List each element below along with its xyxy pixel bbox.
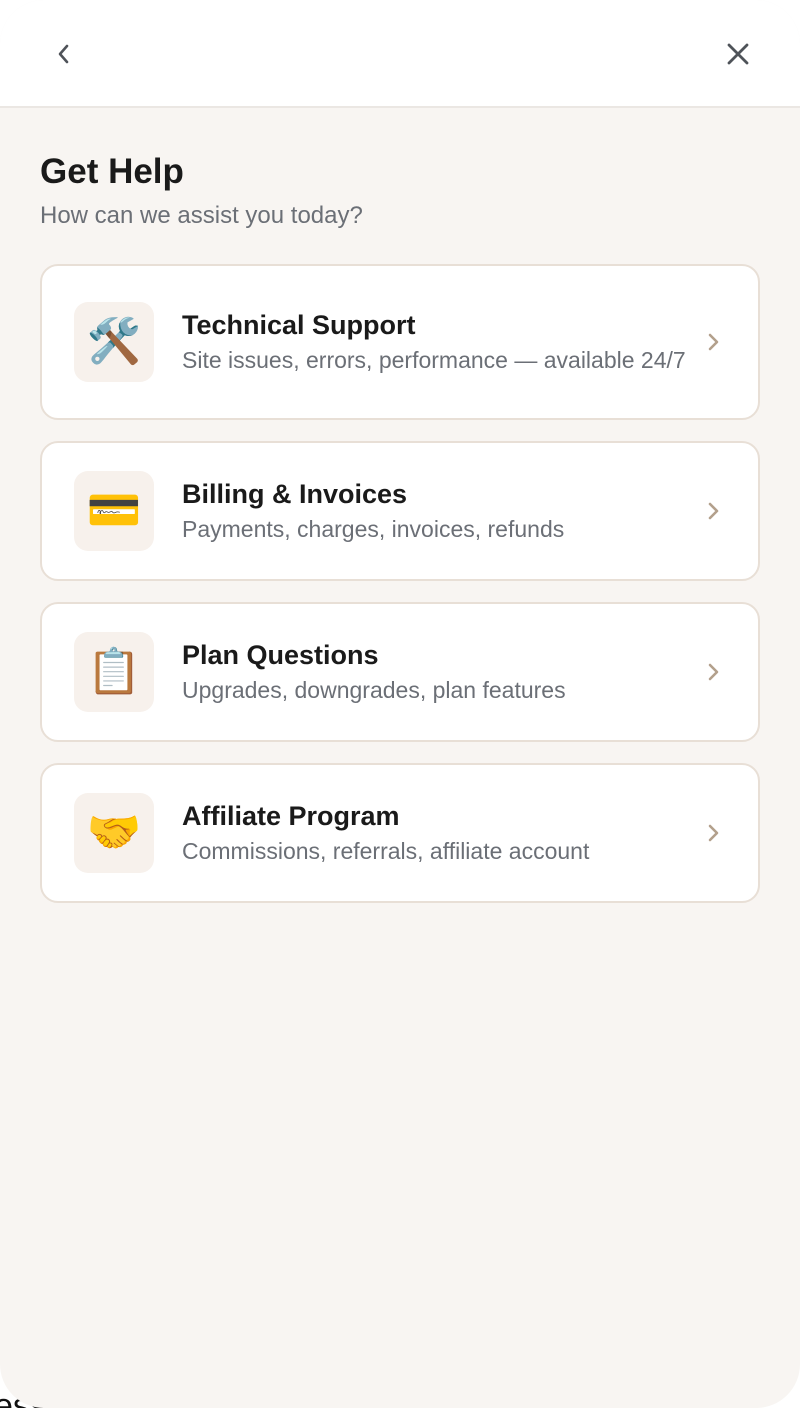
option-plan-questions[interactable]: 📋 Plan Questions Upgrades, downgrades, p…: [40, 602, 760, 742]
option-title: Affiliate Program: [182, 801, 400, 831]
credit-card-icon: 💳: [74, 471, 154, 551]
option-description: Payments, charges, invoices, refunds: [182, 516, 565, 542]
close-button[interactable]: [714, 30, 762, 78]
option-description: Site issues, errors, performance — avail…: [182, 347, 686, 373]
option-title: Technical Support: [182, 310, 416, 340]
option-text: Billing & Invoices Payments, charges, in…: [182, 477, 726, 545]
option-description: Upgrades, downgrades, plan features: [182, 677, 566, 703]
page-subtitle: How can we assist you today?: [40, 202, 363, 229]
chevron-left-icon: [58, 44, 69, 64]
chevron-right-icon: [708, 663, 719, 681]
option-technical-support[interactable]: 🛠️ Technical Support Site issues, errors…: [40, 264, 760, 420]
option-text: Affiliate Program Commissions, referrals…: [182, 799, 726, 867]
close-icon: [727, 43, 749, 65]
screen: ess Get Help How can we assist you today…: [0, 0, 800, 1408]
help-panel: Get Help How can we assist you today? 🛠️…: [0, 0, 800, 1408]
clipboard-icon: 📋: [74, 632, 154, 712]
option-title: Plan Questions: [182, 640, 379, 670]
tools-icon: 🛠️: [74, 302, 154, 382]
help-content: Get Help How can we assist you today? 🛠️…: [40, 150, 760, 903]
option-billing-invoices[interactable]: 💳 Billing & Invoices Payments, charges, …: [40, 441, 760, 581]
option-title: Billing & Invoices: [182, 479, 408, 509]
option-description: Commissions, referrals, affiliate accoun…: [182, 838, 590, 864]
option-text: Technical Support Site issues, errors, p…: [182, 308, 726, 376]
chevron-right-icon: [708, 333, 719, 351]
chevron-right-icon: [708, 824, 719, 842]
handshake-icon: 🤝: [74, 793, 154, 873]
help-options-list: 🛠️ Technical Support Site issues, errors…: [40, 264, 760, 903]
panel-header: [0, 0, 800, 108]
back-button[interactable]: [40, 30, 88, 78]
page-title: Get Help: [40, 152, 184, 191]
chevron-right-icon: [708, 502, 719, 520]
option-text: Plan Questions Upgrades, downgrades, pla…: [182, 638, 726, 706]
option-affiliate-program[interactable]: 🤝 Affiliate Program Commissions, referra…: [40, 763, 760, 903]
